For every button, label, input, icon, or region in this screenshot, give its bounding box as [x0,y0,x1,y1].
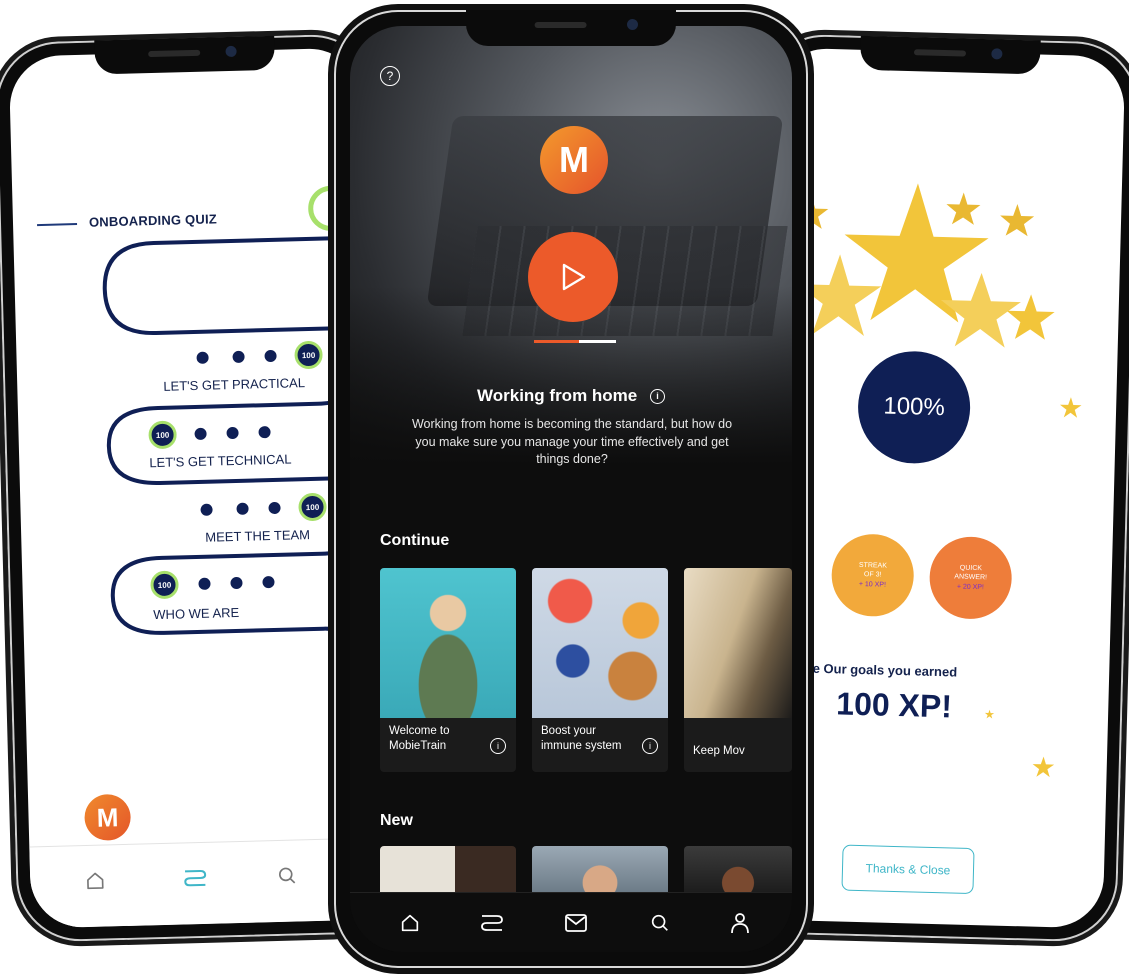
path-icon[interactable] [180,863,211,894]
course-card[interactable]: Keep Mov [684,568,792,772]
play-icon [562,263,586,291]
star-icon: ★ [1030,751,1057,784]
video-progress-fill [534,340,580,343]
card-caption: Boost your immune system [541,725,622,752]
new-course-thumbnail[interactable] [684,846,792,892]
home-icon[interactable] [396,909,424,937]
module-title: Working from home [477,386,638,405]
brand-logo: M [83,793,132,842]
path-icon[interactable] [478,909,506,937]
level-label[interactable]: MEET THE TEAM [205,527,310,545]
home-icon[interactable] [80,865,111,896]
thanks-close-button[interactable]: Thanks & Close [841,844,975,895]
new-course-thumbnail[interactable] [532,846,668,892]
info-icon[interactable]: i [642,738,658,754]
star-icon: ★ [983,707,996,722]
video-progress-bar[interactable] [534,340,616,343]
info-icon[interactable]: i [490,738,506,754]
bottom-nav [29,837,384,929]
brand-logo: M [540,126,608,194]
continue-heading: Continue [380,532,450,549]
results-screen: ★ ★ ★ 100% STREAK OF 3! + 10 XP! QUICK A… [752,47,1126,929]
phone-notch [466,10,676,46]
phone-notch [94,35,276,75]
earned-xp: 100 XP! [835,685,953,725]
info-icon[interactable]: i [649,388,665,404]
phone-home: ? M Working from home i Working from hom… [334,10,808,968]
module-title-row: Working from home i [350,386,792,406]
quiz-path-screen: ONBOARDING QUIZ 100 LET'S GET PRACTICAL … [8,47,384,929]
course-card[interactable]: Boost your immune system i [532,568,668,772]
play-button[interactable] [528,232,618,322]
card-caption: Welcome to MobieTrain [389,725,450,752]
new-course-thumbnail[interactable] [380,846,516,892]
card-image [684,568,792,718]
card-image [532,568,668,718]
app-showcase: ONBOARDING QUIZ 100 LET'S GET PRACTICAL … [0,0,1129,975]
level-label[interactable]: WHO WE ARE [153,605,239,622]
bottom-nav [350,892,792,952]
search-icon[interactable] [646,909,674,937]
phone-notch [859,35,1041,75]
profile-icon[interactable] [726,909,754,937]
learning-path [102,185,372,728]
new-heading: New [380,812,413,829]
card-image [380,568,516,718]
quick-answer-bonus-badge: QUICK ANSWER! + 20 XP! [928,535,1013,620]
help-icon[interactable]: ? [380,66,400,86]
search-icon[interactable] [272,860,303,891]
course-card[interactable]: Welcome to MobieTrain i [380,568,516,772]
mail-icon[interactable] [562,909,590,937]
home-screen: ? M Working from home i Working from hom… [350,26,792,952]
card-caption: Keep Mov [693,745,745,757]
streak-bonus-badge: STREAK OF 3! + 10 XP! [830,533,915,618]
module-description: Working from home is becoming the standa… [411,417,733,466]
star-icon: ★ [1057,392,1084,424]
